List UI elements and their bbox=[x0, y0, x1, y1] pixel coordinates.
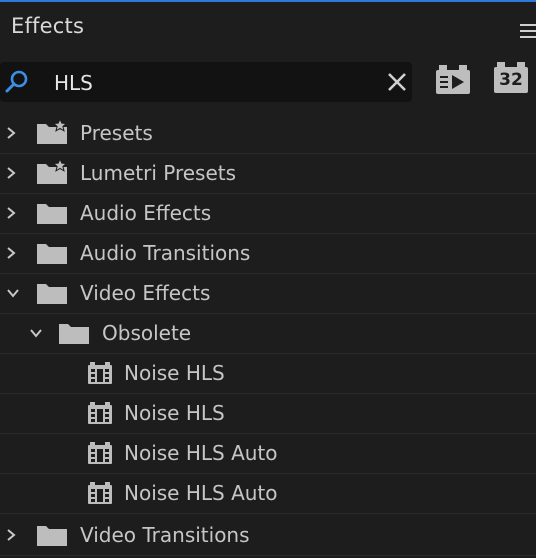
panel-header: Effects bbox=[0, 2, 536, 52]
tree-item-effect[interactable]: Noise HLS Auto bbox=[0, 473, 536, 514]
tree-item-effect[interactable]: Noise HLS bbox=[0, 353, 536, 394]
tree-item-video-transitions[interactable]: Video Transitions bbox=[0, 515, 536, 556]
tree-item-audio-transitions[interactable]: Audio Transitions bbox=[0, 233, 536, 274]
tree-item-label: Noise HLS bbox=[124, 401, 225, 425]
preset-folder-icon bbox=[37, 119, 68, 144]
folder-icon bbox=[37, 204, 67, 224]
tree-item-effect[interactable]: Noise HLS Auto bbox=[0, 433, 536, 474]
chevron-right-icon[interactable] bbox=[4, 528, 18, 542]
folder-icon bbox=[37, 244, 67, 264]
chevron-down-icon[interactable] bbox=[29, 326, 43, 340]
tree-item-video-effects[interactable]: Video Effects bbox=[0, 273, 536, 314]
folder-icon bbox=[37, 526, 67, 546]
effect-icon bbox=[88, 482, 112, 504]
tree-item-label: Obsolete bbox=[102, 321, 192, 345]
tree-item-label: Noise HLS Auto bbox=[124, 441, 278, 465]
tree-item-label: Video Effects bbox=[80, 281, 211, 305]
chevron-right-icon[interactable] bbox=[4, 126, 18, 140]
32-bit-color-icon: 32 bbox=[494, 62, 528, 93]
tree-item-label: Presets bbox=[80, 121, 153, 145]
panel-menu-icon[interactable] bbox=[520, 24, 536, 38]
folder-icon bbox=[59, 324, 89, 344]
folder-icon bbox=[37, 284, 67, 304]
tree-item-audio-effects[interactable]: Audio Effects bbox=[0, 193, 536, 234]
tree-item-lumetri-presets[interactable]: Lumetri Presets bbox=[0, 153, 536, 194]
effect-icon bbox=[88, 402, 112, 424]
search-input[interactable] bbox=[52, 68, 376, 98]
tree-item-label: Audio Transitions bbox=[80, 241, 251, 265]
chevron-right-icon[interactable] bbox=[4, 206, 18, 220]
search-row: 32 bbox=[0, 58, 536, 108]
panel-title: Effects bbox=[11, 14, 85, 38]
tree-item-obsolete[interactable]: Obsolete bbox=[0, 313, 536, 354]
chevron-down-icon[interactable] bbox=[6, 286, 20, 300]
search-icon bbox=[5, 70, 28, 93]
32-bit-color-button[interactable]: 32 bbox=[494, 62, 528, 95]
accelerated-effects-icon bbox=[436, 65, 470, 94]
search-box[interactable] bbox=[0, 62, 412, 102]
chevron-right-icon[interactable] bbox=[4, 166, 18, 180]
tree-item-label: Noise HLS Auto bbox=[124, 481, 278, 505]
tree-item-label: Video Transitions bbox=[80, 523, 250, 547]
preset-folder-icon bbox=[37, 159, 68, 184]
tree-item-effect[interactable]: Noise HLS bbox=[0, 393, 536, 434]
effect-icon bbox=[88, 442, 112, 464]
tree-item-label: Lumetri Presets bbox=[80, 161, 237, 185]
tree-item-presets[interactable]: Presets bbox=[0, 113, 536, 154]
tree-item-label: Noise HLS bbox=[124, 361, 225, 385]
effect-icon bbox=[88, 362, 112, 384]
accelerated-effects-button[interactable] bbox=[436, 65, 470, 95]
tree-item-label: Audio Effects bbox=[80, 201, 212, 225]
chevron-right-icon[interactable] bbox=[4, 246, 18, 260]
clear-search-icon[interactable] bbox=[385, 70, 409, 94]
